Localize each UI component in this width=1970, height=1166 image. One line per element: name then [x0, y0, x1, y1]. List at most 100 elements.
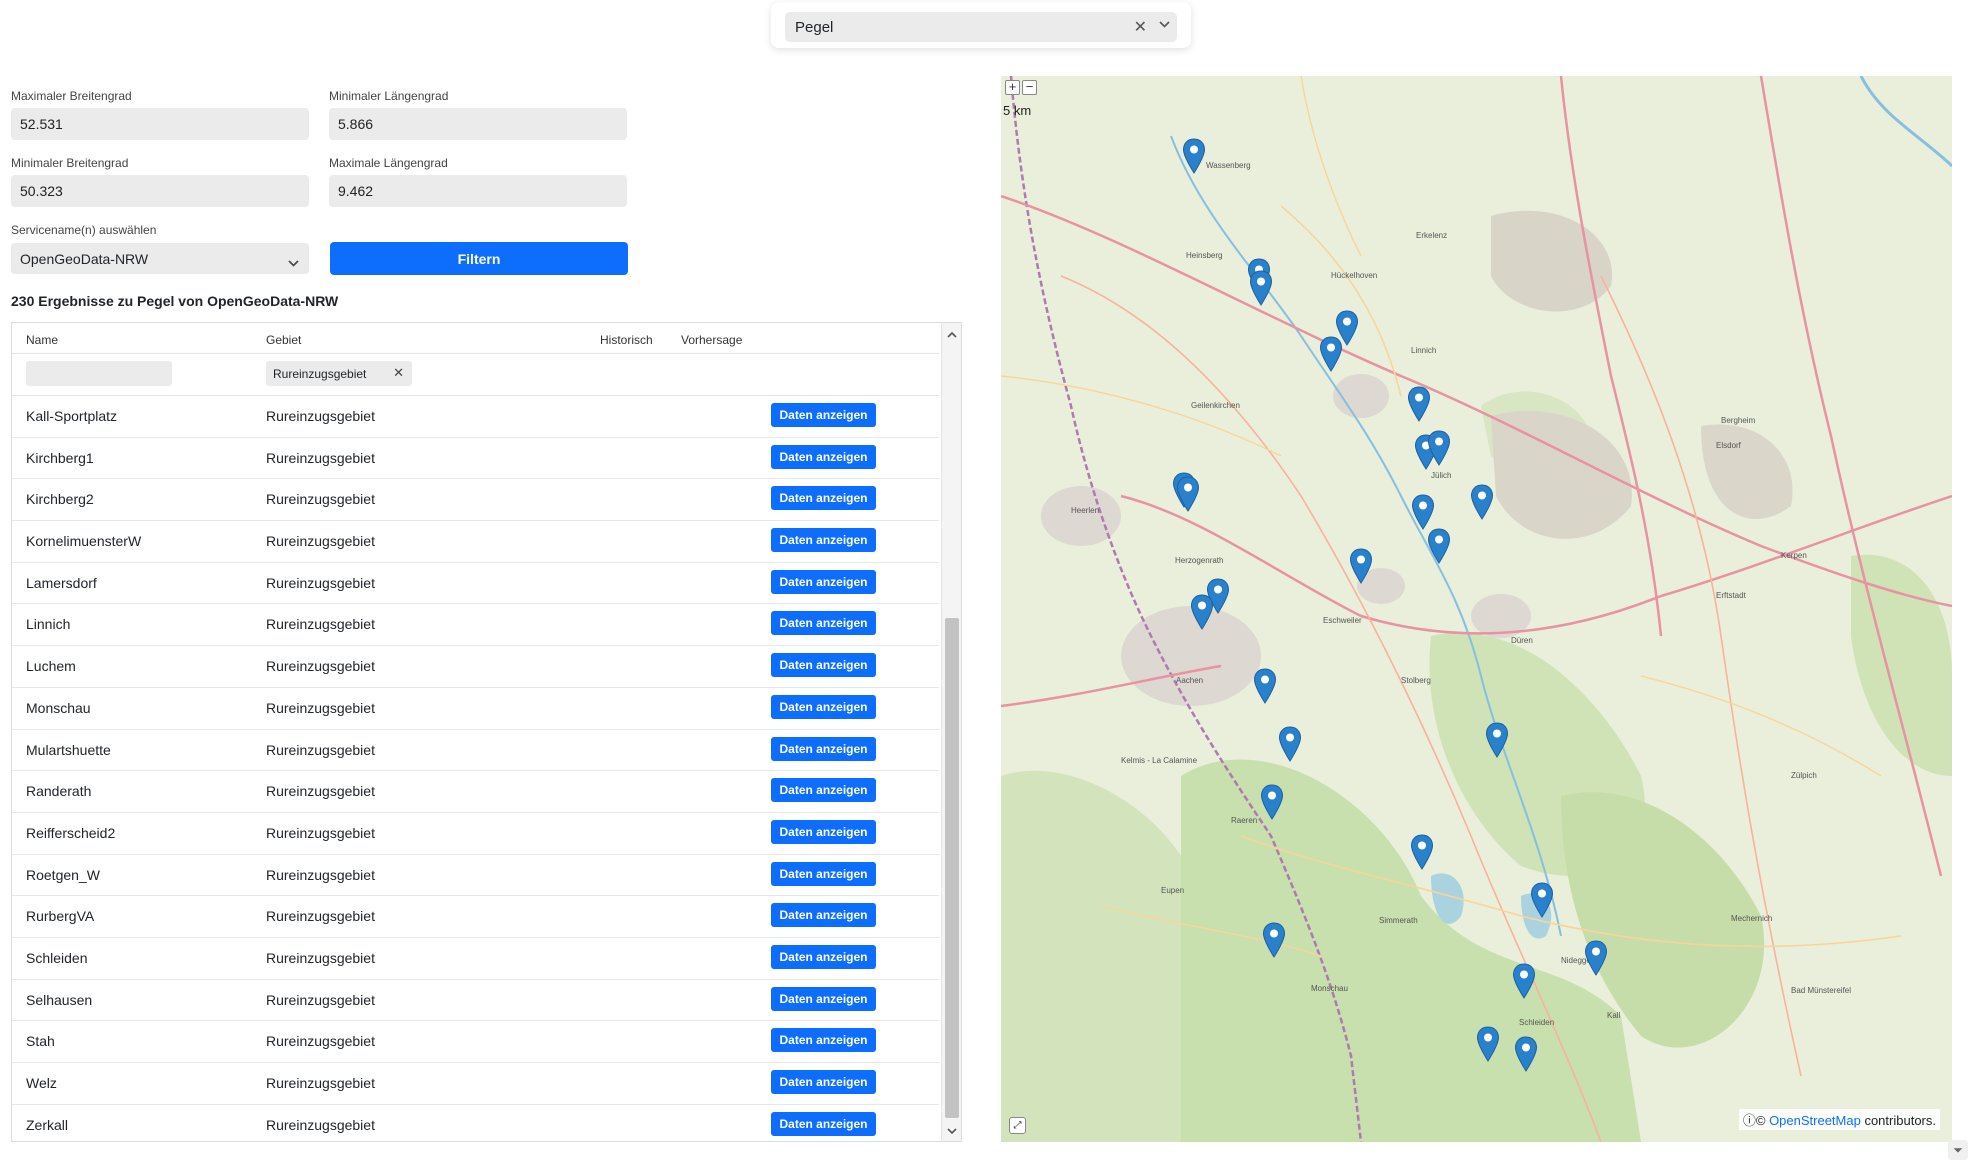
show-data-button[interactable]: Daten anzeigen — [771, 1028, 876, 1053]
show-data-button[interactable]: Daten anzeigen — [771, 736, 876, 761]
table-row: Randerath Rureinzugsgebiet Daten anzeigen — [12, 771, 939, 813]
station-marker[interactable] — [1530, 882, 1554, 918]
map-place-label: Bergheim — [1721, 416, 1756, 425]
map-place-label: Kelmis - La Calamine — [1121, 756, 1198, 765]
column-header-historic[interactable]: Historisch — [600, 333, 653, 347]
station-marker[interactable] — [1411, 494, 1435, 530]
station-marker[interactable] — [1476, 1026, 1500, 1062]
station-area: Rureinzugsgebiet — [266, 866, 375, 883]
attribution-link[interactable]: OpenStreetMap — [1769, 1113, 1861, 1128]
chevron-down-icon[interactable] — [1159, 21, 1170, 31]
station-name: Welz — [26, 1075, 57, 1091]
show-data-button[interactable]: Daten anzeigen — [771, 1111, 876, 1136]
show-data-button[interactable]: Daten anzeigen — [771, 444, 876, 469]
station-marker[interactable] — [1278, 726, 1302, 762]
min-lat-input[interactable] — [11, 175, 309, 207]
station-marker[interactable] — [1176, 476, 1200, 512]
station-marker[interactable] — [1319, 336, 1343, 372]
station-name: Kall-Sportplatz — [26, 408, 118, 424]
map-place-label: Simmerath — [1379, 916, 1418, 925]
dataset-select[interactable]: Pegel ✕ — [785, 12, 1177, 42]
station-name: Roetgen_W — [26, 866, 100, 883]
show-data-button[interactable]: Daten anzeigen — [771, 778, 876, 803]
station-marker[interactable] — [1485, 722, 1509, 758]
area-filter-tag[interactable]: Rureinzugsgebiet ✕ — [266, 361, 412, 386]
map-view[interactable]: + − 5 km Wassenberg Heinsberg Geilenkirche… — [1001, 76, 1952, 1142]
show-data-button[interactable]: Daten anzeigen — [771, 986, 876, 1011]
scrollbar-thumb[interactable] — [945, 618, 959, 1118]
show-data-button[interactable]: Daten anzeigen — [771, 1070, 876, 1094]
station-marker[interactable] — [1262, 922, 1286, 958]
station-name: Luchem — [26, 658, 76, 675]
table-scrollbar[interactable] — [941, 323, 961, 1141]
station-marker[interactable] — [1253, 668, 1277, 704]
service-select[interactable]: OpenGeoData-NRW — [11, 243, 309, 274]
zoom-in-button[interactable]: + — [1005, 80, 1020, 95]
show-data-button[interactable]: Daten anzeigen — [771, 861, 876, 886]
station-marker[interactable] — [1190, 594, 1214, 630]
station-marker[interactable] — [1427, 528, 1451, 564]
show-data-button[interactable]: Daten anzeigen — [771, 486, 876, 511]
station-area: Rureinzugsgebiet — [266, 449, 375, 466]
station-area: Rureinzugsgebiet — [266, 1075, 375, 1091]
map-place-label: Kerpen — [1781, 551, 1807, 560]
station-marker[interactable] — [1512, 963, 1536, 999]
show-data-button[interactable]: Daten anzeigen — [771, 403, 876, 427]
column-header-name[interactable]: Name — [26, 333, 58, 347]
show-data-button[interactable]: Daten anzeigen — [771, 528, 876, 553]
filter-button[interactable]: Filtern — [330, 242, 628, 275]
zoom-out-button[interactable]: − — [1022, 80, 1037, 95]
show-data-button[interactable]: Daten anzeigen — [771, 819, 876, 844]
table-row: KornelimuensterW Rureinzugsgebiet Daten an… — [12, 521, 939, 563]
close-icon[interactable]: ✕ — [393, 365, 404, 381]
station-marker[interactable] — [1349, 548, 1373, 584]
column-header-forecast[interactable]: Vorhersage — [681, 333, 742, 347]
table-row: Schleiden Rureinzugsgebiet Daten anzeigen — [12, 938, 939, 980]
max-lat-input[interactable] — [11, 108, 309, 140]
station-name: Selhausen — [26, 991, 93, 1008]
table-row: Reifferscheid2 Rureinzugsgebiet Daten anze… — [12, 813, 939, 855]
max-lon-input[interactable] — [329, 175, 627, 207]
service-label: Servicename(n) auswählen — [11, 223, 157, 237]
map-place-label: Mechernich — [1731, 914, 1773, 923]
table-row: Lamersdorf Rureinzugsgebiet Daten anzeigen — [12, 563, 939, 605]
map-place-label: Geilenkirchen — [1191, 401, 1240, 410]
chevron-up-icon[interactable] — [946, 329, 958, 341]
station-marker[interactable] — [1182, 138, 1206, 174]
station-name: Stah — [26, 1033, 55, 1050]
station-area: Rureinzugsgebiet — [266, 783, 375, 800]
station-marker[interactable] — [1407, 386, 1431, 422]
station-marker[interactable] — [1470, 484, 1494, 520]
station-marker[interactable] — [1410, 834, 1434, 870]
map-place-label: Heerlen — [1071, 506, 1100, 515]
show-data-button[interactable]: Daten anzeigen — [771, 944, 876, 969]
station-marker[interactable] — [1514, 1036, 1538, 1072]
station-marker[interactable] — [1260, 784, 1284, 820]
map-place-label: Düren — [1511, 636, 1533, 645]
show-data-button[interactable]: Daten anzeigen — [771, 611, 876, 636]
min-lon-input[interactable] — [329, 108, 627, 140]
show-data-button[interactable]: Daten anzeigen — [771, 694, 876, 719]
min-lon-label: Minimaler Längengrad — [329, 89, 449, 103]
station-marker[interactable] — [1249, 270, 1273, 306]
table-row: Selhausen Rureinzugsgebiet Daten anzeigen — [12, 980, 939, 1022]
station-marker[interactable] — [1427, 430, 1451, 466]
table-row: Stah Rureinzugsgebiet Daten anzeigen — [12, 1021, 939, 1063]
map-place-label: Jülich — [1431, 471, 1452, 480]
show-data-button[interactable]: Daten anzeigen — [771, 569, 876, 594]
dataset-select-container: Pegel ✕ — [771, 2, 1191, 48]
max-lat-label: Maximaler Breitengrad — [11, 89, 132, 103]
station-area: Rureinzugsgebiet — [266, 908, 375, 925]
table-row: Mulartshuette Rureinzugsgebiet Daten anzei… — [12, 730, 939, 772]
fullscreen-icon[interactable]: ⤢ — [1009, 1117, 1026, 1134]
close-icon[interactable]: ✕ — [1134, 17, 1147, 37]
filter-icon[interactable]: ⏷ — [1948, 1140, 1968, 1160]
column-header-area[interactable]: Gebiet — [266, 333, 301, 347]
map-scale: 5 km — [1003, 103, 1032, 118]
table-body: Kall-Sportplatz Rureinzugsgebiet Daten anz… — [12, 396, 939, 1141]
show-data-button[interactable]: Daten anzeigen — [771, 653, 876, 678]
chevron-down-icon[interactable] — [946, 1125, 958, 1137]
station-marker[interactable] — [1584, 940, 1608, 976]
name-filter-input[interactable] — [26, 361, 172, 386]
show-data-button[interactable]: Daten anzeigen — [771, 903, 876, 928]
